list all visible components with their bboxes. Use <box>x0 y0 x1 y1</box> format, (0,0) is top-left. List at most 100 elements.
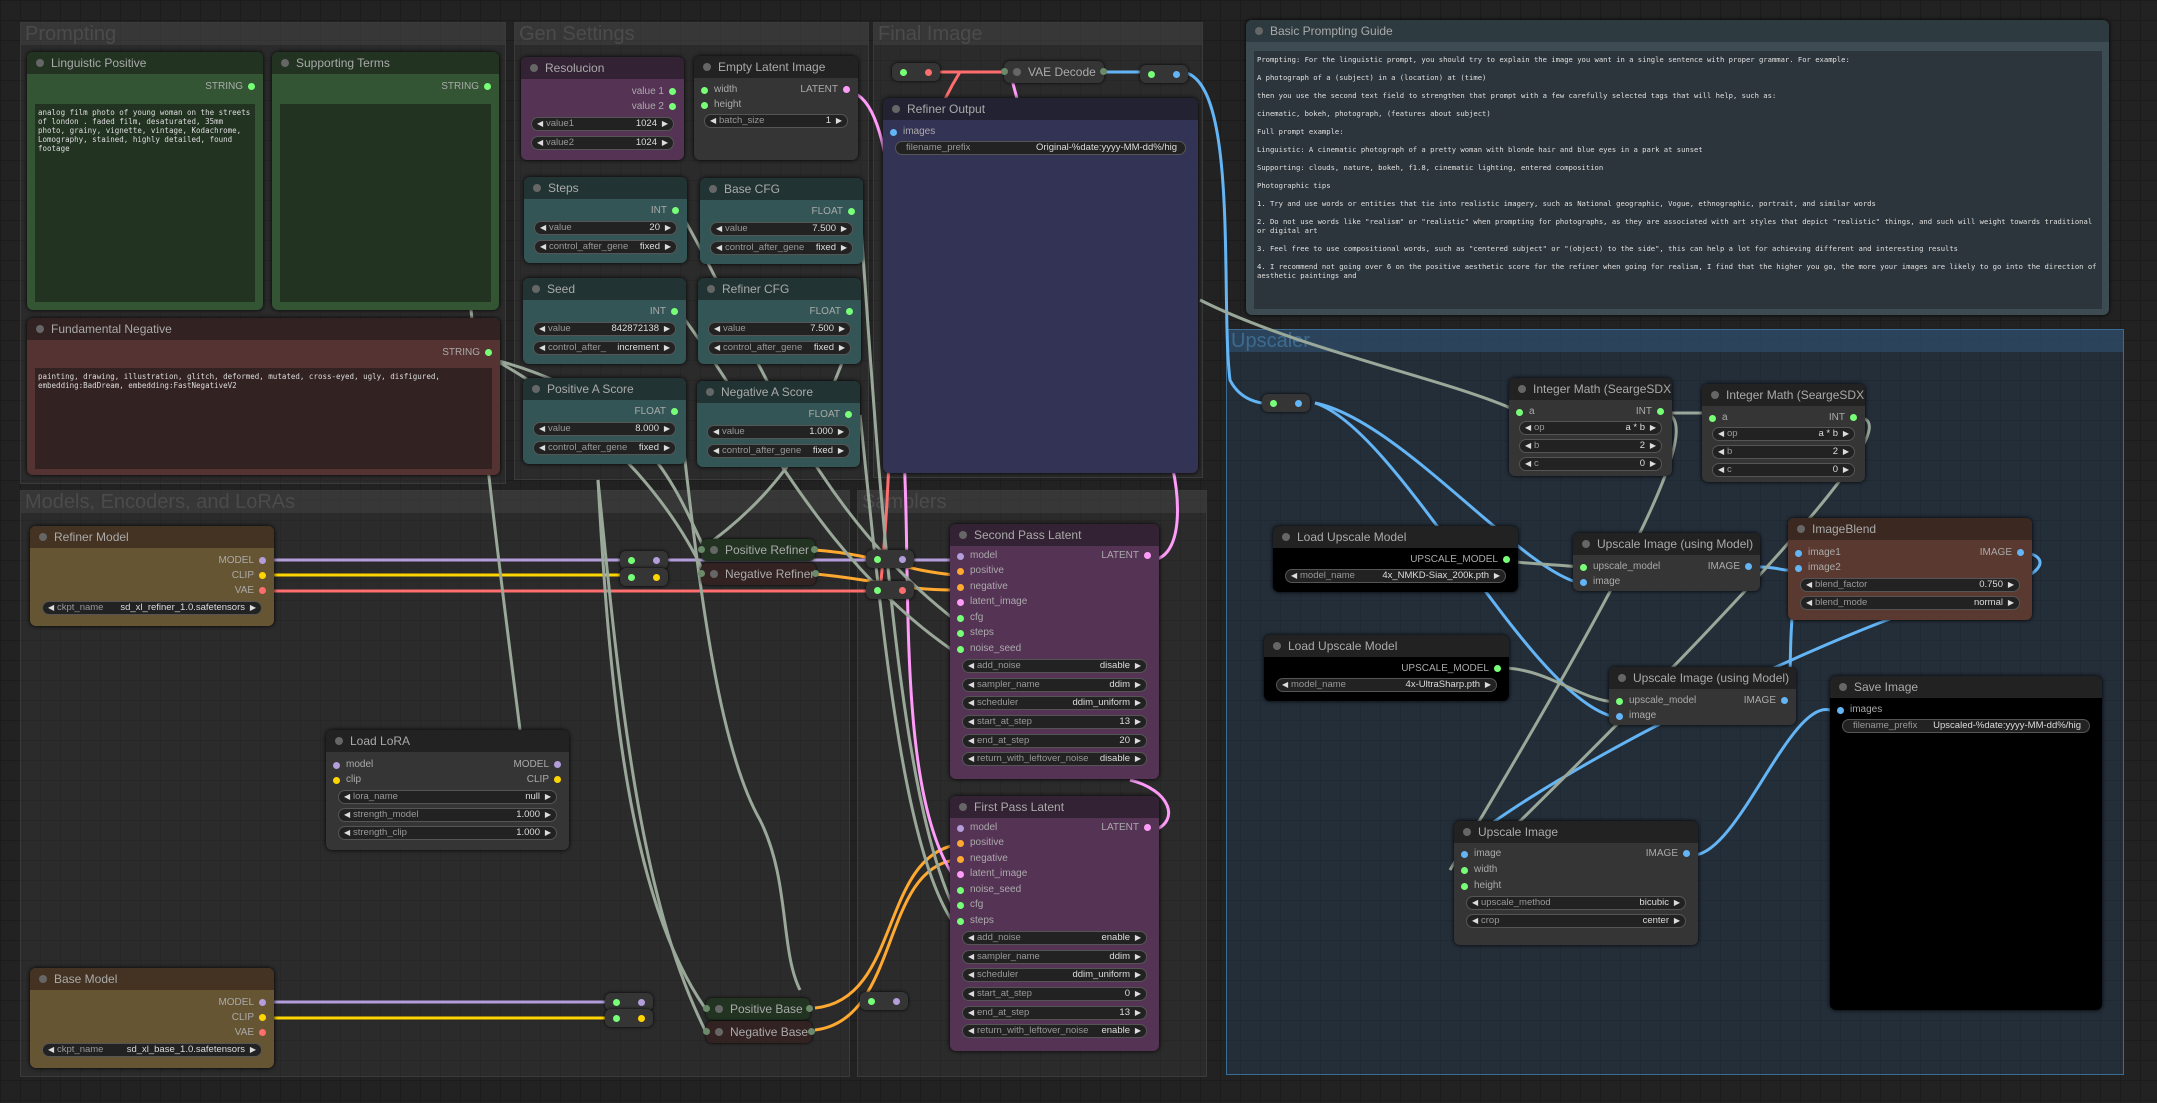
arrow-left-icon[interactable]: ◀ <box>1282 679 1288 691</box>
arrow-right-icon[interactable]: ▶ <box>664 423 670 435</box>
arrow-right-icon[interactable]: ▶ <box>1650 440 1656 452</box>
widget-value[interactable]: ◀ value 8.000 ▶ <box>533 422 676 436</box>
arrow-right-icon[interactable]: ▶ <box>2008 579 2014 591</box>
output-image[interactable]: IMAGE <box>1744 695 1788 706</box>
socket-icon[interactable] <box>698 570 705 577</box>
reroute-node[interactable] <box>892 63 940 81</box>
node-upscale-image[interactable]: Upscale Image image width height IMAGE ◀… <box>1454 821 1698 945</box>
input-images[interactable]: images <box>1837 704 1882 715</box>
output-value1[interactable]: value 1 <box>632 86 676 97</box>
node-seed[interactable]: Seed INT ◀ value 842872138 ▶ ◀ control_after… <box>523 278 686 364</box>
collapse-dot[interactable] <box>281 59 289 67</box>
arrow-right-icon[interactable]: ▶ <box>545 809 551 821</box>
reroute-node[interactable] <box>620 551 668 569</box>
node-supporting-terms[interactable]: Supporting Terms STRING <box>272 52 499 310</box>
socket-icon[interactable] <box>874 587 881 594</box>
socket-icon[interactable] <box>925 69 932 76</box>
node-base-model[interactable]: Base Model MODEL CLIP VAE ◀ ckpt_name sd_x… <box>30 968 274 1068</box>
arrow-left-icon[interactable]: ◀ <box>716 223 722 235</box>
socket-icon[interactable] <box>1781 696 1788 704</box>
arrow-left-icon[interactable]: ◀ <box>968 735 974 747</box>
arrow-right-icon[interactable]: ▶ <box>1135 660 1141 672</box>
arrow-left-icon[interactable]: ◀ <box>540 222 546 234</box>
output-model[interactable]: MODEL <box>218 997 266 1008</box>
input-upscale-model[interactable]: upscale_model <box>1580 561 1660 572</box>
arrow-right-icon[interactable]: ▶ <box>1843 446 1849 458</box>
widget-control-after-generate[interactable]: ◀ control_after_gene fixed ▶ <box>707 444 850 458</box>
guide-textarea[interactable]: Prompting: For the linguistic prompt, yo… <box>1254 51 2102 309</box>
collapse-dot[interactable] <box>533 184 541 192</box>
input-steps[interactable]: steps <box>957 915 994 926</box>
widget-add-noise[interactable]: ◀ add_noise enable ▶ <box>962 931 1147 945</box>
socket-icon[interactable] <box>1516 409 1523 416</box>
arrow-left-icon[interactable]: ◀ <box>540 241 546 253</box>
widget-scheduler[interactable]: ◀ scheduler ddim_uniform ▶ <box>962 968 1147 982</box>
socket-icon[interactable] <box>485 348 492 356</box>
socket-icon[interactable] <box>890 129 897 136</box>
collapse-dot[interactable] <box>706 388 714 396</box>
node-load-upscale-model-1[interactable]: Load Upscale Model UPSCALE_MODEL ◀ model_… <box>1273 526 1518 592</box>
input-images[interactable]: images <box>890 126 935 137</box>
socket-icon[interactable] <box>698 546 705 553</box>
socket-icon[interactable] <box>628 574 635 581</box>
reroute-node[interactable] <box>860 992 908 1010</box>
arrow-left-icon[interactable]: ◀ <box>713 426 719 438</box>
arrow-left-icon[interactable]: ◀ <box>539 342 545 354</box>
widget-strength-clip[interactable]: ◀ strength_clip 1.000 ▶ <box>338 826 557 840</box>
node-refiner-output[interactable]: Refiner Output images filename_prefix Ori… <box>883 98 1198 473</box>
socket-icon[interactable] <box>1683 849 1690 857</box>
socket-icon[interactable] <box>1709 415 1716 422</box>
widget-return-with-leftover-noise[interactable]: ◀ return_with_leftover_noise enable ▶ <box>962 1024 1147 1038</box>
output-upscale-model[interactable]: UPSCALE_MODEL <box>1401 663 1501 674</box>
socket-icon[interactable] <box>638 1015 645 1022</box>
collapse-dot[interactable] <box>530 64 538 72</box>
arrow-left-icon[interactable]: ◀ <box>1525 458 1531 470</box>
socket-icon[interactable] <box>893 998 900 1005</box>
widget-model-name[interactable]: ◀ model_name 4x_NMKD-Siax_200k.pth ▶ <box>1285 569 1506 583</box>
node-positive-refiner[interactable]: Positive Refiner <box>698 539 818 561</box>
arrow-right-icon[interactable]: ▶ <box>841 242 847 254</box>
node-base-cfg[interactable]: Base CFG FLOAT ◀ value 7.500 ▶ ◀ control_aft… <box>700 178 863 264</box>
arrow-left-icon[interactable]: ◀ <box>968 1025 974 1037</box>
collapse-dot[interactable] <box>1273 642 1281 650</box>
socket-icon[interactable] <box>845 410 852 418</box>
arrow-left-icon[interactable]: ◀ <box>1525 422 1531 434</box>
collapse-dot[interactable] <box>532 285 540 293</box>
socket-icon[interactable] <box>848 207 855 215</box>
arrow-left-icon[interactable]: ◀ <box>48 602 54 614</box>
input-image[interactable]: image <box>1461 848 1501 859</box>
widget-sampler-name[interactable]: ◀ sampler_name ddim ▶ <box>962 678 1147 692</box>
arrow-right-icon[interactable]: ▶ <box>1135 735 1141 747</box>
arrow-right-icon[interactable]: ▶ <box>838 426 844 438</box>
socket-icon[interactable] <box>671 407 678 415</box>
widget-strength-model[interactable]: ◀ strength_model 1.000 ▶ <box>338 808 557 822</box>
socket-icon[interactable] <box>1837 707 1844 714</box>
widget-add-noise[interactable]: ◀ add_noise disable ▶ <box>962 659 1147 673</box>
node-vae-decode[interactable]: VAE Decode <box>1001 61 1107 83</box>
socket-icon[interactable] <box>669 87 676 95</box>
input-negative[interactable]: negative <box>957 853 1008 864</box>
socket-icon[interactable] <box>1503 555 1510 563</box>
node-save-image[interactable]: Save Image images filename_prefix Upscale… <box>1830 676 2102 1010</box>
socket-icon[interactable] <box>259 1013 266 1021</box>
input-image[interactable]: image <box>1616 710 1656 721</box>
widget-batch-size[interactable]: ◀ batch_size 1 ▶ <box>704 114 848 128</box>
arrow-left-icon[interactable]: ◀ <box>344 791 350 803</box>
socket-icon[interactable] <box>957 630 964 637</box>
arrow-right-icon[interactable]: ▶ <box>664 442 670 454</box>
input-latent-image[interactable]: latent_image <box>957 596 1027 607</box>
arrow-left-icon[interactable]: ◀ <box>1718 428 1724 440</box>
collapse-dot[interactable] <box>1618 674 1626 682</box>
arrow-right-icon[interactable]: ▶ <box>2008 597 2014 609</box>
input-height[interactable]: height <box>1461 880 1501 891</box>
reroute-node[interactable] <box>1262 394 1310 412</box>
input-image1[interactable]: image1 <box>1795 547 1841 558</box>
prompt-textarea[interactable]: painting, drawing, illustration, glitch,… <box>35 368 492 469</box>
socket-icon[interactable] <box>628 557 635 564</box>
socket-icon[interactable] <box>1745 562 1752 570</box>
socket-icon[interactable] <box>1100 68 1107 75</box>
widget-value[interactable]: ◀ value 20 ▶ <box>534 221 677 235</box>
output-image[interactable]: IMAGE <box>1646 848 1690 859</box>
input-model[interactable]: model <box>333 759 373 770</box>
output-int[interactable]: INT <box>1829 412 1857 423</box>
